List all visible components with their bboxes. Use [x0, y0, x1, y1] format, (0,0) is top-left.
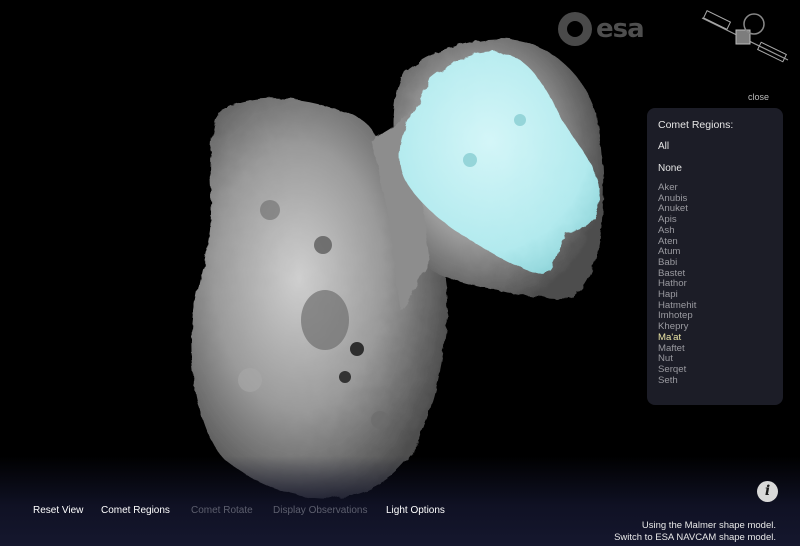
comet-regions-panel: Comet Regions: All None Aker Anubis Anuket… — [647, 108, 783, 405]
switch-model-link[interactable]: Switch to ESA NAVCAM shape model. — [614, 532, 776, 543]
panel-title: Comet Regions: — [658, 119, 734, 131]
esa-logo-text: esa — [596, 14, 645, 44]
comet-regions-button[interactable]: Comet Regions — [101, 505, 170, 516]
display-observations-button[interactable]: Display Observations — [273, 505, 367, 516]
region-list: Aker Anubis Anuket Apis Ash Aten Atum Babi Baste… — [658, 182, 696, 387]
info-icon[interactable]: i — [757, 481, 778, 502]
select-no-regions[interactable]: None — [658, 163, 682, 174]
region-item[interactable]: Seth — [658, 375, 696, 387]
region-item[interactable]: Ma'at — [658, 332, 696, 344]
comet-rotate-button[interactable]: Comet Rotate — [191, 505, 253, 516]
close-regions-link[interactable]: close — [748, 92, 769, 102]
region-item[interactable]: Ash — [658, 225, 696, 237]
current-model-text: Using the Malmer shape model. — [641, 520, 776, 531]
rosetta-satellite-icon — [701, 10, 789, 63]
reset-view-button[interactable]: Reset View — [33, 505, 83, 516]
select-all-regions[interactable]: All — [658, 141, 669, 152]
light-options-button[interactable]: Light Options — [386, 505, 445, 516]
esa-logo-icon — [558, 12, 592, 46]
esa-logo: esa — [558, 12, 645, 46]
